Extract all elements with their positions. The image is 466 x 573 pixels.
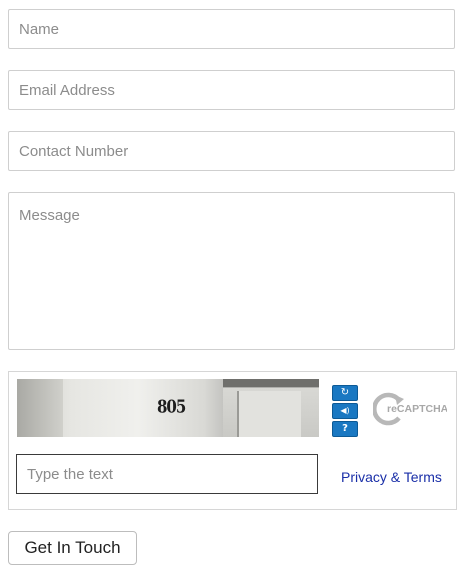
recaptcha-logo: reCAPTCHA™: [373, 392, 447, 426]
email-input[interactable]: [8, 70, 455, 110]
contact-form: 805 ↻ ◀) ? reCAPTCHA™ Privacy & Terms Ge…: [0, 0, 466, 573]
name-input[interactable]: [8, 9, 455, 49]
contact-number-input[interactable]: [8, 131, 455, 171]
captcha-image-shade: [17, 379, 63, 437]
captcha-image-panel-inner: [237, 391, 301, 437]
captcha-challenge-text: 805: [157, 396, 186, 418]
privacy-terms-link[interactable]: Privacy & Terms: [341, 469, 442, 485]
captcha-controls: ↻ ◀) ?: [332, 385, 358, 439]
help-icon[interactable]: ?: [332, 421, 358, 437]
audio-icon[interactable]: ◀): [332, 403, 358, 419]
get-in-touch-button[interactable]: Get In Touch: [8, 531, 137, 565]
captcha-text-input[interactable]: [16, 454, 318, 494]
captcha-image: 805: [17, 379, 319, 437]
captcha-widget: 805 ↻ ◀) ? reCAPTCHA™ Privacy & Terms: [8, 371, 457, 510]
recaptcha-logo-text: reCAPTCHA™: [387, 403, 447, 415]
refresh-icon[interactable]: ↻: [332, 385, 358, 401]
message-textarea[interactable]: [8, 192, 455, 350]
